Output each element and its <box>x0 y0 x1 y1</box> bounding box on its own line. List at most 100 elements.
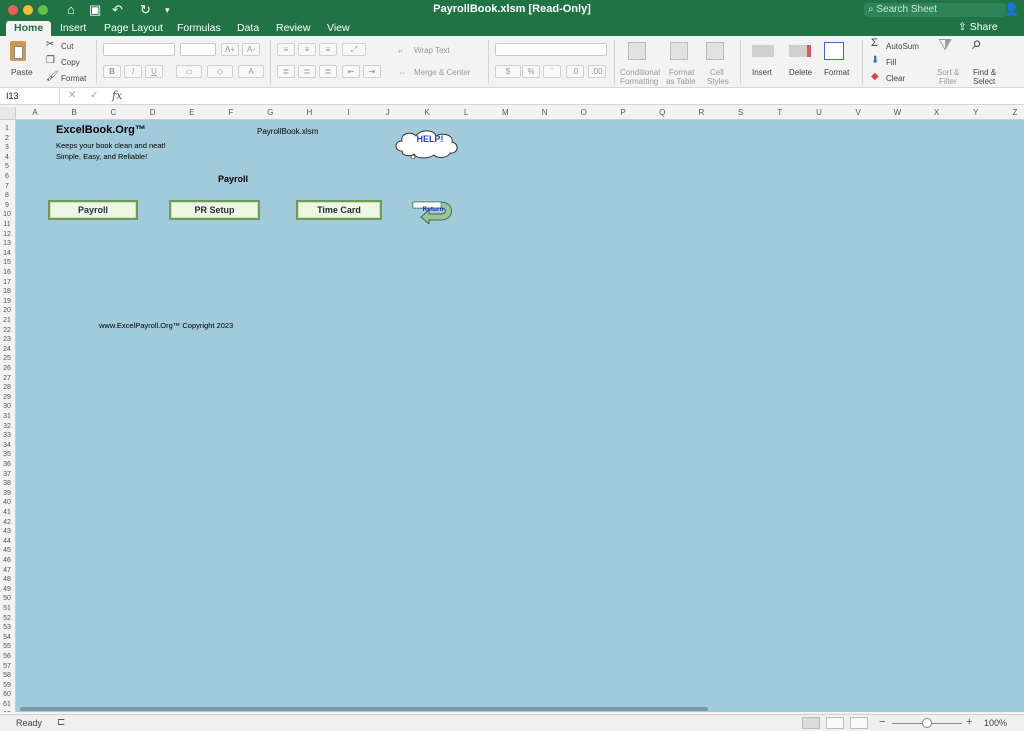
payroll-button[interactable]: Payroll <box>48 200 138 220</box>
insert-function-button[interactable]: fx <box>112 89 122 102</box>
row-header[interactable]: 55 <box>0 642 14 651</box>
search-sheet-input[interactable]: ⌕ Search Sheet <box>864 3 1006 17</box>
row-header[interactable]: 25 <box>0 354 14 363</box>
column-header-y[interactable]: Y <box>969 108 983 117</box>
tab-view[interactable]: View <box>327 21 350 36</box>
row-header[interactable]: 56 <box>0 652 14 661</box>
normal-view-icon[interactable] <box>802 717 820 729</box>
font-family-select[interactable] <box>103 43 175 56</box>
column-header-a[interactable]: A <box>28 108 42 117</box>
increase-indent-icon[interactable]: ⇥ <box>363 65 381 78</box>
column-header-j[interactable]: J <box>381 108 395 117</box>
account-icon[interactable]: 👤 <box>1004 2 1019 16</box>
font-size-select[interactable] <box>180 43 216 56</box>
column-header-e[interactable]: E <box>185 108 199 117</box>
tab-home[interactable]: Home <box>6 21 52 36</box>
page-break-view-icon[interactable] <box>850 717 868 729</box>
currency-button[interactable]: $ <box>495 65 521 78</box>
delete-button[interactable]: Delete <box>789 68 812 77</box>
sort-filter-label-1[interactable]: Sort & <box>937 68 959 77</box>
horizontal-scrollbar[interactable] <box>20 707 708 711</box>
decrease-indent-icon[interactable]: ⇤ <box>342 65 360 78</box>
row-header[interactable]: 31 <box>0 412 14 421</box>
column-header-u[interactable]: U <box>812 108 826 117</box>
merge-center-button[interactable]: Merge & Center <box>414 68 470 77</box>
align-middle-icon[interactable]: ≡ <box>298 43 316 56</box>
row-header[interactable]: 50 <box>0 594 14 603</box>
name-box[interactable]: I13 <box>0 88 60 104</box>
row-header[interactable]: 44 <box>0 537 14 546</box>
conditional-formatting-label-2[interactable]: Formatting <box>620 77 658 86</box>
row-header[interactable]: 13 <box>0 239 14 248</box>
insert-button[interactable]: Insert <box>752 68 772 77</box>
tab-review[interactable]: Review <box>276 21 310 36</box>
conditional-formatting-label-1[interactable]: Conditional <box>620 68 660 77</box>
row-header[interactable]: 29 <box>0 393 14 402</box>
row-header[interactable]: 61 <box>0 700 14 709</box>
cancel-entry-icon[interactable]: ✕ <box>68 90 76 101</box>
minimize-window-button[interactable] <box>23 5 33 15</box>
row-header[interactable]: 39 <box>0 489 14 498</box>
row-header[interactable]: 62 <box>0 710 14 712</box>
bold-button[interactable]: B <box>103 65 121 78</box>
row-header[interactable]: 10 <box>0 210 14 219</box>
column-header-x[interactable]: X <box>930 108 944 117</box>
format-button[interactable]: Format <box>824 68 849 77</box>
column-header-c[interactable]: C <box>106 108 120 117</box>
row-header[interactable]: 9 <box>0 201 14 210</box>
column-header-f[interactable]: F <box>224 108 238 117</box>
column-header-o[interactable]: O <box>577 108 591 117</box>
row-header[interactable]: 59 <box>0 681 14 690</box>
fill-color-icon[interactable]: ◇ <box>207 65 233 78</box>
row-header[interactable]: 3 <box>0 143 14 152</box>
align-left-icon[interactable]: ≣ <box>277 65 295 78</box>
tab-insert[interactable]: Insert <box>60 21 86 36</box>
return-label[interactable]: Return <box>414 206 452 213</box>
row-header[interactable]: 5 <box>0 162 14 171</box>
zoom-in-icon[interactable]: + <box>966 716 972 728</box>
row-header[interactable]: 45 <box>0 546 14 555</box>
row-header[interactable]: 60 <box>0 690 14 699</box>
column-header-n[interactable]: N <box>538 108 552 117</box>
row-header[interactable]: 54 <box>0 633 14 642</box>
row-header[interactable]: 17 <box>0 278 14 287</box>
decrease-font-icon[interactable]: A- <box>242 43 260 56</box>
column-header-r[interactable]: R <box>694 108 708 117</box>
column-header-i[interactable]: I <box>342 108 356 117</box>
column-header-d[interactable]: D <box>146 108 160 117</box>
zoom-slider-knob[interactable] <box>922 718 932 728</box>
column-header-h[interactable]: H <box>302 108 316 117</box>
row-header[interactable]: 6 <box>0 172 14 181</box>
decrease-decimal-icon[interactable]: .00 <box>588 65 606 78</box>
align-right-icon[interactable]: ≣ <box>319 65 337 78</box>
comma-style-button[interactable]: ’ <box>543 65 561 78</box>
row-header[interactable]: 47 <box>0 566 14 575</box>
time-card-button[interactable]: Time Card <box>296 200 382 220</box>
row-header[interactable]: 57 <box>0 662 14 671</box>
column-header-b[interactable]: B <box>67 108 81 117</box>
row-header[interactable]: 26 <box>0 364 14 373</box>
underline-button[interactable]: U <box>145 65 163 78</box>
row-header[interactable]: 18 <box>0 287 14 296</box>
format-as-table-label-1[interactable]: Format <box>669 68 694 77</box>
tab-page-layout[interactable]: Page Layout <box>104 21 163 36</box>
column-header-t[interactable]: T <box>773 108 787 117</box>
row-header[interactable]: 35 <box>0 450 14 459</box>
format-as-table-label-2[interactable]: as Table <box>666 77 696 86</box>
find-select-label-2[interactable]: Select <box>973 77 995 86</box>
row-header[interactable]: 32 <box>0 422 14 431</box>
column-header-w[interactable]: W <box>890 108 904 117</box>
column-header-z[interactable]: Z <box>1008 108 1022 117</box>
row-header[interactable]: 4 <box>0 153 14 162</box>
format-painter-button[interactable]: Format <box>61 74 86 83</box>
row-header[interactable]: 53 <box>0 623 14 632</box>
percent-button[interactable]: % <box>522 65 540 78</box>
column-header-l[interactable]: L <box>459 108 473 117</box>
formula-input[interactable] <box>130 88 1010 104</box>
row-header[interactable]: 20 <box>0 306 14 315</box>
cut-button[interactable]: Cut <box>61 42 73 51</box>
row-header[interactable]: 48 <box>0 575 14 584</box>
paste-button[interactable]: Paste <box>11 68 33 77</box>
row-header[interactable]: 12 <box>0 230 14 239</box>
select-all-corner[interactable] <box>0 107 16 120</box>
